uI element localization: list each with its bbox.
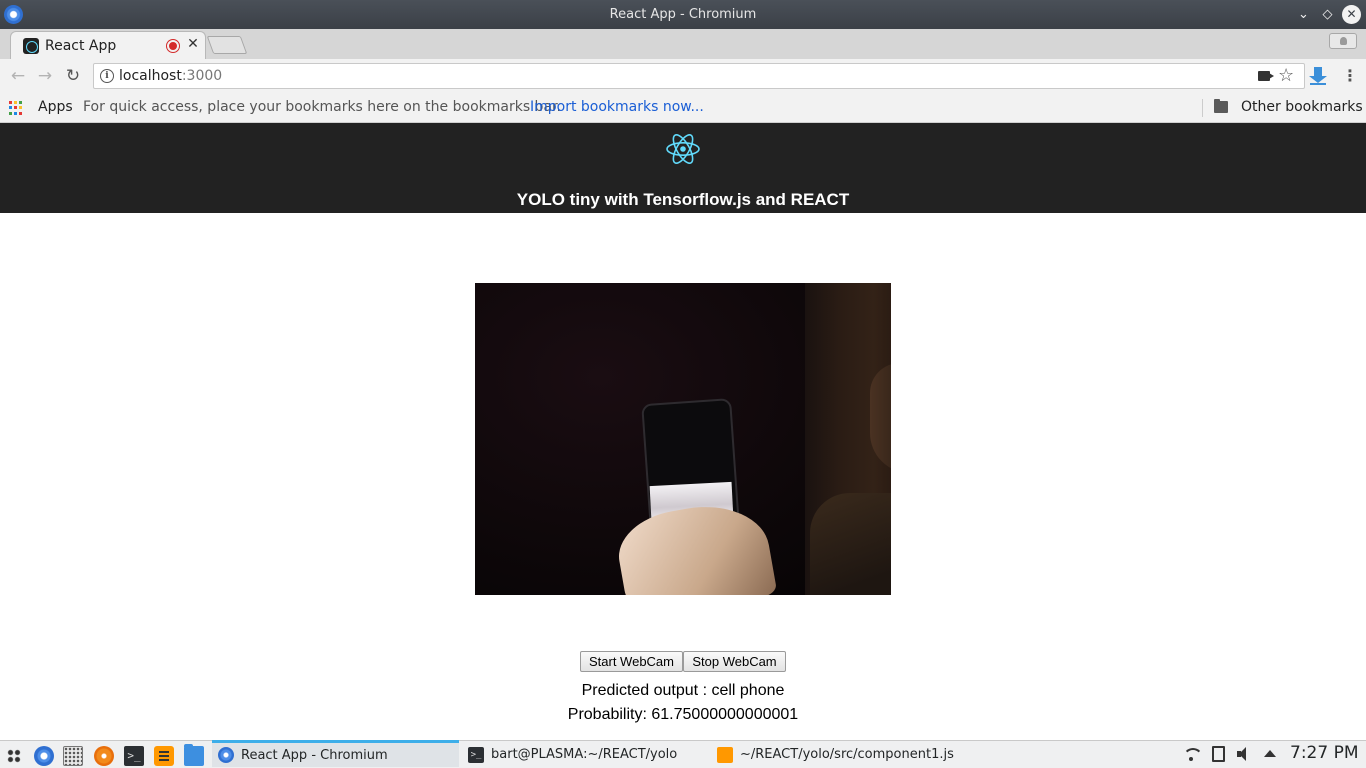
- forward-arrow-icon[interactable]: →: [36, 67, 54, 85]
- terminal-task-icon: >_: [468, 746, 484, 763]
- url-port: :3000: [181, 68, 223, 84]
- sublime-task-icon: [717, 746, 733, 763]
- maximize-icon[interactable]: ◇: [1318, 5, 1337, 24]
- apps-label[interactable]: Apps: [38, 99, 73, 115]
- bookmarks-hint: For quick access, place your bookmarks h…: [83, 99, 561, 115]
- close-window-icon[interactable]: ✕: [1342, 5, 1361, 24]
- tab-strip: React App ✕: [0, 29, 1366, 59]
- video-hand: [612, 495, 778, 595]
- apps-grid-dot: [19, 101, 22, 104]
- task-sublime[interactable]: ~/REACT/yolo/src/component1.js (...: [711, 741, 958, 768]
- webcam-video: [475, 283, 891, 595]
- apps-grid-icon[interactable]: [9, 101, 23, 115]
- predicted-output: Predicted output : cell phone: [581, 682, 785, 699]
- bookmarks-separator: [1202, 99, 1203, 117]
- react-logo-icon: [666, 134, 700, 164]
- download-arrow: [1309, 67, 1327, 83]
- volume-icon[interactable]: [1237, 747, 1255, 761]
- tray-expand-icon[interactable]: [1264, 750, 1276, 757]
- bookmark-star-icon[interactable]: ☆: [1278, 65, 1294, 86]
- task-label: React App - Chromium: [241, 747, 388, 763]
- task-label: bart@PLASMA:~/REACT/yolo: [491, 747, 678, 762]
- webcam-controls: Start WebCam Stop WebCam: [580, 651, 786, 672]
- probability-value: Probability: 61.75000000000001: [567, 706, 799, 723]
- url-host: localhost: [119, 68, 182, 84]
- other-bookmarks[interactable]: Other bookmarks: [1241, 99, 1363, 115]
- tab-close-icon[interactable]: ✕: [185, 36, 201, 54]
- recording-indicator-icon: [167, 40, 179, 52]
- calculator-icon[interactable]: [63, 746, 83, 766]
- react-favicon-icon: [23, 37, 39, 54]
- minimize-icon[interactable]: ⌄: [1294, 5, 1313, 24]
- wifi-icon[interactable]: [1181, 746, 1203, 762]
- new-tab-button[interactable]: [206, 36, 248, 54]
- chromium-task-icon: [218, 747, 234, 763]
- task-chromium[interactable]: React App - Chromium: [212, 740, 459, 767]
- profile-icon[interactable]: [1329, 33, 1357, 49]
- url-text[interactable]: localhost:3000: [119, 68, 222, 84]
- download-bar: [1310, 83, 1326, 85]
- file-manager-icon[interactable]: [184, 744, 204, 766]
- reload-icon[interactable]: ↻: [64, 67, 82, 85]
- tab-label: React App: [45, 37, 117, 54]
- address-bar[interactable]: i localhost:3000 ☆: [93, 63, 1305, 89]
- clipboard-icon[interactable]: [1212, 746, 1225, 762]
- download-icon[interactable]: [1309, 67, 1327, 85]
- apps-grid-dot: [19, 111, 22, 115]
- orange-app-icon[interactable]: [94, 746, 114, 766]
- launcher-icon[interactable]: [4, 746, 24, 766]
- chromium-icon[interactable]: [34, 746, 54, 766]
- apps-grid-dot: [14, 111, 17, 115]
- stop-webcam-button[interactable]: Stop WebCam: [683, 651, 786, 672]
- apps-grid-dot: [9, 106, 12, 110]
- browser-menu-icon[interactable]: ⋮: [1342, 67, 1358, 85]
- task-terminal[interactable]: >_ bart@PLASMA:~/REACT/yolo: [462, 741, 709, 768]
- start-webcam-button[interactable]: Start WebCam: [580, 651, 683, 672]
- folder-icon[interactable]: [1214, 99, 1228, 113]
- import-bookmarks-link[interactable]: Import bookmarks now...: [530, 99, 704, 115]
- apps-grid-dot: [14, 101, 17, 104]
- site-info-icon[interactable]: i: [100, 69, 114, 83]
- app-title: YOLO tiny with Tensorflow.js and REACT: [516, 190, 850, 209]
- task-label: ~/REACT/yolo/src/component1.js (...: [740, 747, 958, 762]
- chromium-window-icon[interactable]: [4, 5, 23, 24]
- apps-grid-dot: [14, 106, 17, 110]
- camera-in-use-icon[interactable]: [1258, 71, 1270, 81]
- apps-grid-dot: [9, 101, 12, 104]
- apps-grid-dot: [9, 111, 12, 115]
- sublime-text-icon[interactable]: [154, 746, 174, 766]
- clock[interactable]: 7:27 PM: [1290, 743, 1359, 763]
- apps-grid-dot: [19, 106, 22, 110]
- bookmarks-bar: Apps For quick access, place your bookma…: [0, 93, 1366, 123]
- window-titlebar: React App - Chromium ⌄ ◇ ✕: [0, 0, 1366, 29]
- window-title: React App - Chromium: [609, 7, 757, 22]
- terminal-icon[interactable]: >_: [124, 746, 144, 766]
- tab-react-app[interactable]: React App ✕: [10, 31, 206, 59]
- back-arrow-icon[interactable]: ←: [9, 67, 27, 85]
- video-person-shoulder: [810, 493, 891, 595]
